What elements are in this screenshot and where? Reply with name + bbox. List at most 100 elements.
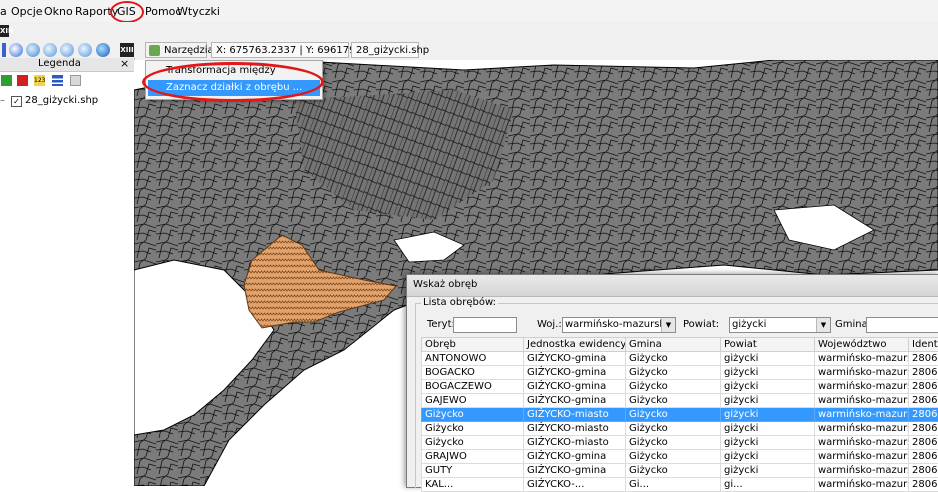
column-header[interactable]: Gmina [626, 338, 721, 352]
column-header[interactable]: Identyfi [909, 338, 938, 352]
annotation-ellipse-menu [142, 62, 324, 102]
layer-properties-icon[interactable] [70, 75, 81, 86]
table-body: ANTONOWOGIŻYCKO-gminaGiżyckogiżyckiwarmi… [422, 352, 938, 492]
table-cell: warmińsko-mazurskie [815, 478, 909, 492]
table-cell: warmińsko-mazurskie [815, 352, 909, 366]
table-cell: Giżycko [626, 436, 721, 450]
app-logo-text: XIII [0, 27, 13, 35]
woj-select-value: warmińsko-mazurskie [565, 319, 674, 330]
woj-select[interactable]: warmińsko-mazurskie ▼ [562, 317, 676, 333]
table-cell: 280604 [909, 366, 938, 380]
table-cell: giżycki [721, 352, 815, 366]
powiat-select[interactable]: giżycki ▼ [729, 317, 831, 333]
table-cell: Giżycko [422, 436, 524, 450]
table-cell: Giżycko [626, 366, 721, 380]
woj-label: Woj.: [537, 319, 562, 330]
toolbar-handle-icon [2, 43, 6, 57]
table-row[interactable]: GAJEWOGIŻYCKO-gminaGiżyckogiżyckiwarmińs… [422, 394, 938, 408]
legend-header: Legenda × [0, 58, 134, 72]
table-cell: 280604 [909, 464, 938, 478]
table-cell: Giżycko [422, 422, 524, 436]
menu-item-wtyczki[interactable]: Wtyczki [177, 5, 220, 18]
table-cell: 280604 [909, 478, 938, 492]
table-cell: warmińsko-mazurskie [815, 366, 909, 380]
tree-collapse-icon[interactable]: – [0, 95, 5, 106]
table-cell: Gi... [626, 478, 721, 492]
zoom-window-icon[interactable] [78, 43, 92, 57]
table-cell: giżycki [721, 380, 815, 394]
globe-icon[interactable] [9, 43, 23, 57]
narzedzia-button[interactable]: Narzędzia [145, 42, 207, 58]
app-logo-icon-2[interactable]: XIII [120, 43, 134, 57]
zoom-out-icon[interactable] [60, 43, 74, 57]
teryt-label: Teryt: [427, 319, 455, 330]
table-cell: warmińsko-mazurskie [815, 380, 909, 394]
attribute-table-icon[interactable]: 123 [34, 75, 45, 86]
table-row[interactable]: BOGACZEWOGIŻYCKO-gminaGiżyckogiżyckiwarm… [422, 380, 938, 394]
toolbar-top: XIII [0, 22, 938, 40]
zoom-extent-icon[interactable] [26, 43, 40, 57]
layer-order-icon[interactable] [52, 75, 63, 86]
menu-item-file[interactable]: a [0, 5, 7, 18]
table-cell: Giżycko [626, 464, 721, 478]
add-layer-icon[interactable] [1, 75, 12, 86]
table-cell: 280601 [909, 408, 938, 422]
legend-title: Legenda [38, 58, 81, 69]
refresh-icon[interactable] [96, 43, 110, 57]
table-cell: warmińsko-mazurskie [815, 464, 909, 478]
legend-toolbar: 123 [0, 73, 134, 89]
powiat-label: Powiat: [683, 319, 719, 330]
chevron-down-icon[interactable]: ▼ [661, 318, 675, 332]
powiat-select-value: giżycki [732, 319, 766, 330]
menu-item-pomoc[interactable]: Pomoc [145, 5, 181, 18]
remove-layer-icon[interactable] [17, 75, 28, 86]
obreb-table: ObrębJednostka ewidencyjnaGminaPowiatWoj… [421, 337, 938, 492]
chevron-down-icon[interactable]: ▼ [816, 318, 830, 332]
column-header[interactable]: Województwo [815, 338, 909, 352]
table-cell: Giżycko [626, 450, 721, 464]
table-cell: Giżycko [626, 352, 721, 366]
table-row[interactable]: ANTONOWOGIŻYCKO-gminaGiżyckogiżyckiwarmi… [422, 352, 938, 366]
table-row[interactable]: GiżyckoGIŻYCKO-miastoGiżyckogiżyckiwarmi… [422, 408, 938, 422]
menu-item-opcje[interactable]: Opcje [11, 5, 43, 18]
table-cell: 280604 [909, 352, 938, 366]
table-cell: GIŻYCKO-miasto [524, 408, 626, 422]
zoom-in-icon[interactable] [43, 43, 57, 57]
table-cell: warmińsko-mazurskie [815, 450, 909, 464]
legend-close-button[interactable]: × [120, 57, 129, 70]
table-cell: GAJEWO [422, 394, 524, 408]
column-header[interactable]: Jednostka ewidencyjna [524, 338, 626, 352]
teryt-input[interactable] [453, 317, 517, 333]
layer-visibility-checkbox[interactable]: ✓ [11, 96, 22, 107]
table-row[interactable]: GRAJWOGIŻYCKO-gminaGiżyckogiżyckiwarmińs… [422, 450, 938, 464]
table-row[interactable]: GUTYGIŻYCKO-gminaGiżyckogiżyckiwarmińsko… [422, 464, 938, 478]
table-cell: 280604 [909, 380, 938, 394]
app-logo-icon[interactable]: XIII [0, 25, 9, 37]
table-cell: GIŻYCKO-gmina [524, 394, 626, 408]
table-cell: giżycki [721, 408, 815, 422]
table-cell: GUTY [422, 464, 524, 478]
gmina-select[interactable] [866, 317, 938, 333]
dialog-titlebar[interactable]: Wskaż obręb [407, 275, 938, 297]
table-cell: GIŻYCKO-gmina [524, 380, 626, 394]
table-row[interactable]: GiżyckoGIŻYCKO-miastoGiżyckogiżyckiwarmi… [422, 436, 938, 450]
table-cell: giżycki [721, 450, 815, 464]
menu-item-okno[interactable]: Okno [44, 5, 73, 18]
table-cell: warmińsko-mazurskie [815, 408, 909, 422]
table-cell: gi... [721, 478, 815, 492]
table-row[interactable]: GiżyckoGIŻYCKO-miastoGiżyckogiżyckiwarmi… [422, 422, 938, 436]
coordinates-display: X: 675763.2337 | Y: 696179.6912 [211, 42, 349, 58]
table-cell: warmińsko-mazurskie [815, 394, 909, 408]
column-header[interactable]: Obręb [422, 338, 524, 352]
table-cell: 280601 [909, 422, 938, 436]
narzedzia-label: Narzędzia [164, 45, 214, 56]
legend-layer-item[interactable]: – ✓ 28_giżycki.shp [0, 95, 134, 109]
layer-name: 28_giżycki.shp [25, 95, 98, 106]
column-header[interactable]: Powiat [721, 338, 815, 352]
table-cell: KAL... [422, 478, 524, 492]
table-cell: GIŻYCKO-... [524, 478, 626, 492]
table-row[interactable]: KAL...GIŻYCKO-...Gi...gi...warmińsko-maz… [422, 478, 938, 492]
table-cell: giżycki [721, 366, 815, 380]
table-cell: GIŻYCKO-gmina [524, 464, 626, 478]
table-row[interactable]: BOGACKOGIŻYCKO-gminaGiżyckogiżyckiwarmiń… [422, 366, 938, 380]
